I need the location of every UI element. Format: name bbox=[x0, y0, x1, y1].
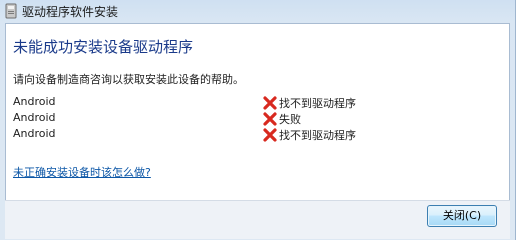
device-status: 失败 bbox=[263, 111, 301, 127]
title-bar[interactable]: 驱动程序软件安装 bbox=[0, 0, 516, 22]
device-status: 找不到驱动程序 bbox=[263, 95, 356, 111]
device-status: 找不到驱动程序 bbox=[263, 127, 356, 143]
device-name: Android bbox=[13, 95, 56, 108]
error-x-icon bbox=[263, 112, 277, 126]
error-x-icon bbox=[263, 128, 277, 142]
device-row: Android 找不到驱动程序 bbox=[13, 95, 493, 111]
driver-install-icon bbox=[4, 3, 18, 19]
device-name: Android bbox=[13, 111, 56, 124]
device-name: Android bbox=[13, 127, 56, 140]
description-text: 请向设备制造商咨询以获取安装此设备的帮助。 bbox=[13, 73, 244, 86]
device-row: Android 找不到驱动程序 bbox=[13, 127, 493, 143]
device-status-label: 找不到驱动程序 bbox=[279, 97, 356, 110]
error-x-icon bbox=[263, 96, 277, 110]
device-status-label: 失败 bbox=[279, 113, 301, 126]
help-link[interactable]: 未正确安装设备时该怎么做? bbox=[13, 164, 151, 180]
page-title: 未能成功安装设备驱动程序 bbox=[13, 38, 194, 56]
close-button[interactable]: 关闭(C) bbox=[427, 205, 497, 227]
device-status-label: 找不到驱动程序 bbox=[279, 129, 356, 142]
window-title: 驱动程序软件安装 bbox=[22, 5, 119, 19]
device-row: Android 失败 bbox=[13, 111, 493, 127]
driver-install-window: 驱动程序软件安装 未能成功安装设备驱动程序 请向设备制造商咨询以获取安装此设备的… bbox=[0, 0, 516, 240]
content-panel: 未能成功安装设备驱动程序 请向设备制造商咨询以获取安装此设备的帮助。 Andro… bbox=[5, 23, 510, 201]
